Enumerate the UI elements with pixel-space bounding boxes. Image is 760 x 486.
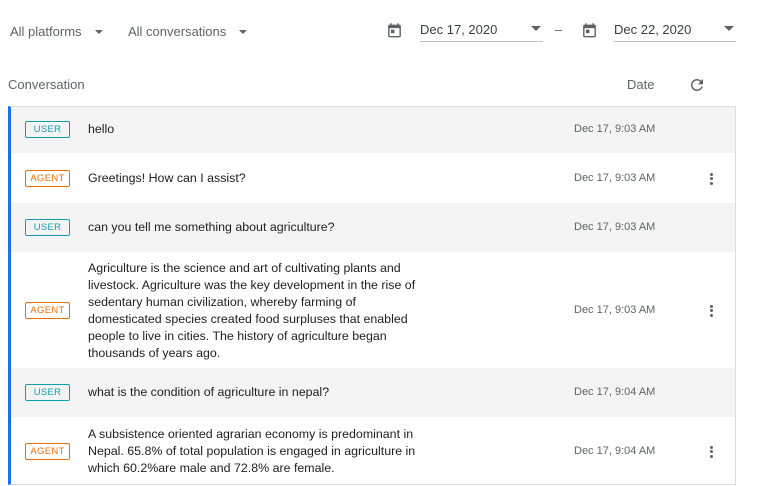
user-role-badge: USER	[25, 219, 70, 236]
calendar-icon[interactable]	[386, 22, 403, 40]
message-row[interactable]: USER can you tell me something about agr…	[11, 203, 735, 252]
end-date-value: Dec 22, 2020	[614, 22, 692, 37]
message-text: can you tell me something about agricult…	[88, 220, 335, 234]
message-row[interactable]: USER hello Dec 17, 9:03 AM	[11, 107, 735, 153]
message-text: Greetings! How can I assist?	[88, 171, 246, 185]
message-timestamp: Dec 17, 9:03 AM	[574, 172, 656, 184]
calendar-icon[interactable]	[581, 22, 598, 40]
date-range-separator: –	[555, 22, 563, 37]
message-timestamp: Dec 17, 9:04 AM	[574, 386, 656, 398]
more-vert-icon[interactable]	[706, 303, 716, 319]
message-row[interactable]: AGENT Agriculture is the science and art…	[11, 252, 735, 368]
message-row[interactable]: AGENT A subsistence oriented agrarian ec…	[11, 417, 735, 484]
filter-bar: All platforms All conversations Dec 17, …	[0, 0, 760, 62]
message-text: Agriculture is the science and art of cu…	[88, 261, 416, 360]
end-date-field[interactable]: Dec 22, 2020	[614, 18, 736, 42]
chevron-down-icon	[724, 26, 734, 31]
platform-dropdown-label: All platforms	[10, 23, 82, 39]
more-vert-icon[interactable]	[706, 444, 716, 460]
message-timestamp: Dec 17, 9:03 AM	[574, 221, 656, 233]
agent-role-badge: AGENT	[25, 170, 70, 187]
platform-dropdown[interactable]: All platforms	[10, 22, 103, 40]
message-text: A subsistence oriented agrarian economy …	[88, 427, 416, 475]
agent-role-badge: AGENT	[25, 443, 70, 460]
message-row[interactable]: USER what is the condition of agricultur…	[11, 368, 735, 417]
message-timestamp: Dec 17, 9:03 AM	[574, 123, 656, 135]
start-date-field[interactable]: Dec 17, 2020	[420, 18, 543, 42]
refresh-icon[interactable]	[688, 76, 706, 94]
message-text: hello	[88, 122, 115, 136]
more-vert-icon[interactable]	[706, 171, 716, 187]
message-row[interactable]: AGENT Greetings! How can I assist? Dec 1…	[11, 153, 735, 203]
start-date-value: Dec 17, 2020	[420, 22, 498, 37]
message-timestamp: Dec 17, 9:03 AM	[574, 304, 656, 316]
conversation-column-header: Conversation	[8, 77, 85, 92]
conversation-dropdown-label: All conversations	[128, 23, 227, 39]
agent-role-badge: AGENT	[25, 302, 70, 319]
chevron-down-icon	[94, 30, 103, 34]
date-column-header: Date	[627, 77, 655, 92]
conversation-list: USER hello Dec 17, 9:03 AM AGENT Greetin…	[8, 106, 736, 485]
message-timestamp: Dec 17, 9:04 AM	[574, 445, 656, 457]
conversation-dropdown[interactable]: All conversations	[128, 22, 248, 40]
user-role-badge: USER	[25, 121, 70, 138]
user-role-badge: USER	[25, 384, 70, 401]
chevron-down-icon	[239, 30, 248, 34]
message-text: what is the condition of agriculture in …	[88, 385, 330, 399]
chevron-down-icon	[531, 26, 541, 31]
